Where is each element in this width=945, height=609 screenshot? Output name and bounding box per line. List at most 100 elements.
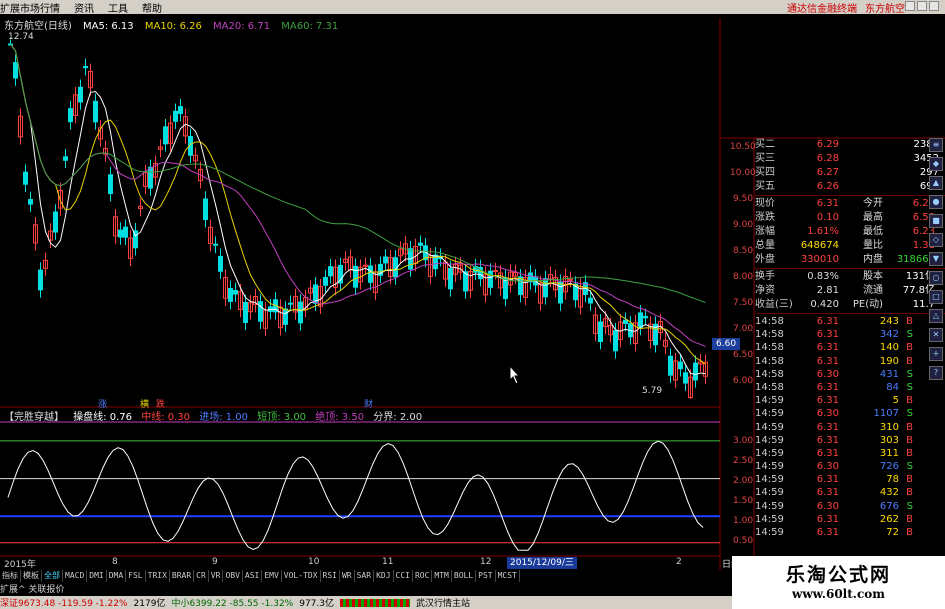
tab-17[interactable]: SAR (355, 570, 375, 582)
tab-3[interactable]: MACD (63, 570, 88, 582)
tick-side: B (906, 447, 913, 459)
tick-volume: 262 (879, 513, 899, 525)
tab-15[interactable]: RSI (321, 570, 340, 582)
candle-body (283, 308, 288, 325)
tool-icon[interactable]: ▲ (929, 176, 943, 190)
tool-icon[interactable]: ? (929, 366, 943, 380)
tool-icon[interactable]: ≡ (929, 138, 943, 152)
menu-news[interactable]: 资讯 (74, 0, 94, 15)
indicator-legend: 【完胜穿越】 操盘线: 0.76 中线: 0.30 进场: 1.00 短顶: 3… (4, 408, 428, 423)
tick-price: 6.31 (816, 513, 839, 525)
tab-20[interactable]: ROC (413, 570, 433, 582)
tab-11[interactable]: OBV (223, 570, 243, 582)
indicator-line3: 进场: 1.00 (199, 412, 249, 423)
tab-5[interactable]: DMA (107, 570, 127, 582)
tick-time: 14:58 (755, 316, 784, 327)
tool-icon[interactable]: □ (929, 290, 943, 304)
close-icon[interactable] (929, 1, 939, 11)
tab-0[interactable]: 指标 (0, 570, 21, 582)
stat-label: 涨幅 (755, 226, 775, 237)
tab-10[interactable]: VR (209, 570, 224, 582)
stat-label: 现价 (755, 198, 775, 209)
tick-price: 6.31 (816, 395, 839, 407)
tick-price: 6.31 (816, 421, 839, 433)
tick-side: B (906, 474, 913, 486)
tool-icon[interactable]: ○ (929, 271, 943, 285)
minimize-icon[interactable] (905, 1, 915, 11)
stat-row: 涨幅 1.61% 最低 6.23 (755, 225, 945, 239)
sub-tabs[interactable]: 扩展^ 关联报价 (0, 582, 64, 595)
tab-1[interactable]: 模板 (21, 570, 42, 582)
tab-12[interactable]: ASI (243, 570, 263, 582)
sidebar-icons: ≡ ◆ ▲ ● ■ ◇ ▼ ○ □ △ ✕ + ? (929, 138, 945, 385)
candle-body (203, 198, 208, 221)
tool-icon[interactable]: ● (929, 195, 943, 209)
tool-icon[interactable]: ✕ (929, 328, 943, 342)
tab-22[interactable]: BOLL (452, 570, 477, 582)
stock-name-top: 东方航空 (865, 3, 905, 15)
x-label: 2015年 (4, 560, 36, 570)
candle-body (298, 301, 303, 324)
tick-side: B (906, 395, 913, 407)
watermark-title: 乐淘公式网 (785, 564, 891, 586)
menu-tools[interactable]: 工具 (108, 0, 128, 15)
bid-label: 买五 (755, 181, 775, 192)
tab-18[interactable]: KDJ (374, 570, 394, 582)
info-value2: 11.7 (912, 299, 935, 310)
tab-4[interactable]: DMI (87, 570, 107, 582)
candle-body (38, 269, 43, 291)
tick-side: S (906, 368, 913, 380)
price-tick: 10.50 (730, 142, 756, 152)
bid-row: 买二 6.29 2388 (755, 138, 945, 152)
tool-icon[interactable]: ▼ (929, 252, 943, 266)
tick-time: 14:58 (755, 329, 784, 341)
tick-time: 14:58 (755, 342, 784, 354)
tab-16[interactable]: WR (340, 570, 355, 582)
candle-body (93, 100, 98, 123)
tool-icon[interactable]: + (929, 347, 943, 361)
tab-6[interactable]: FSL (126, 570, 146, 582)
tick-time: 14:59 (755, 513, 784, 525)
tick-row: 14:58 6.31 190 B (755, 355, 945, 368)
stat-value2: 1.31 (912, 240, 935, 251)
tick-volume: 303 (879, 434, 899, 446)
menu-help[interactable]: 帮助 (142, 0, 162, 15)
stat-label2: 最高 (863, 212, 883, 223)
bid-row: 买五 6.26697 (755, 180, 945, 194)
bid-row: 买三 6.28 3452 (755, 152, 945, 166)
maximize-icon[interactable] (917, 1, 927, 11)
tick-volume: 676 (879, 500, 899, 512)
tick-volume: 431 (879, 368, 899, 380)
tab-21[interactable]: MTM (432, 570, 452, 582)
ma60-line (10, 43, 706, 304)
tab-14[interactable]: VOL-TDX (282, 570, 321, 582)
menu-market[interactable]: 扩展市场行情 (0, 0, 60, 15)
stat-value: 330010 (800, 254, 839, 265)
tool-icon[interactable]: ■ (929, 214, 943, 228)
info-row: 换手 0.83% 股本 131亿 (755, 270, 945, 284)
tab-8[interactable]: BRAR (170, 570, 195, 582)
ind-tick: 0.50 (733, 536, 754, 546)
promo-text[interactable]: 通达信金融终端 (787, 0, 857, 15)
tick-volume: 190 (879, 355, 899, 367)
tab-7[interactable]: TRIX (146, 570, 170, 582)
ma20-label: MA20: 6.71 (213, 21, 271, 32)
candle-body (83, 65, 88, 69)
tool-icon[interactable]: ◇ (929, 233, 943, 247)
tab-24[interactable]: MCST (496, 570, 520, 582)
tab-13[interactable]: EMV (262, 570, 282, 582)
indicator-line2: 中线: 0.30 (141, 412, 191, 423)
stat-value2: 6.23 (912, 226, 935, 237)
tab-23[interactable]: PST (476, 570, 496, 582)
candle-body (558, 281, 563, 304)
tab-2[interactable]: 全部 (42, 570, 63, 582)
tab-19[interactable]: CCI (394, 570, 413, 582)
tool-icon[interactable]: △ (929, 309, 943, 323)
indicator-line (7, 440, 704, 551)
server-name[interactable]: 武汉行情主站 (416, 596, 470, 609)
stat-row: 外盘 330010 内盘 318664 (755, 253, 945, 267)
tick-price: 6.31 (816, 474, 839, 486)
bid-label: 买三 (755, 153, 775, 164)
tab-9[interactable]: CR (194, 570, 209, 582)
tool-icon[interactable]: ◆ (929, 157, 943, 171)
